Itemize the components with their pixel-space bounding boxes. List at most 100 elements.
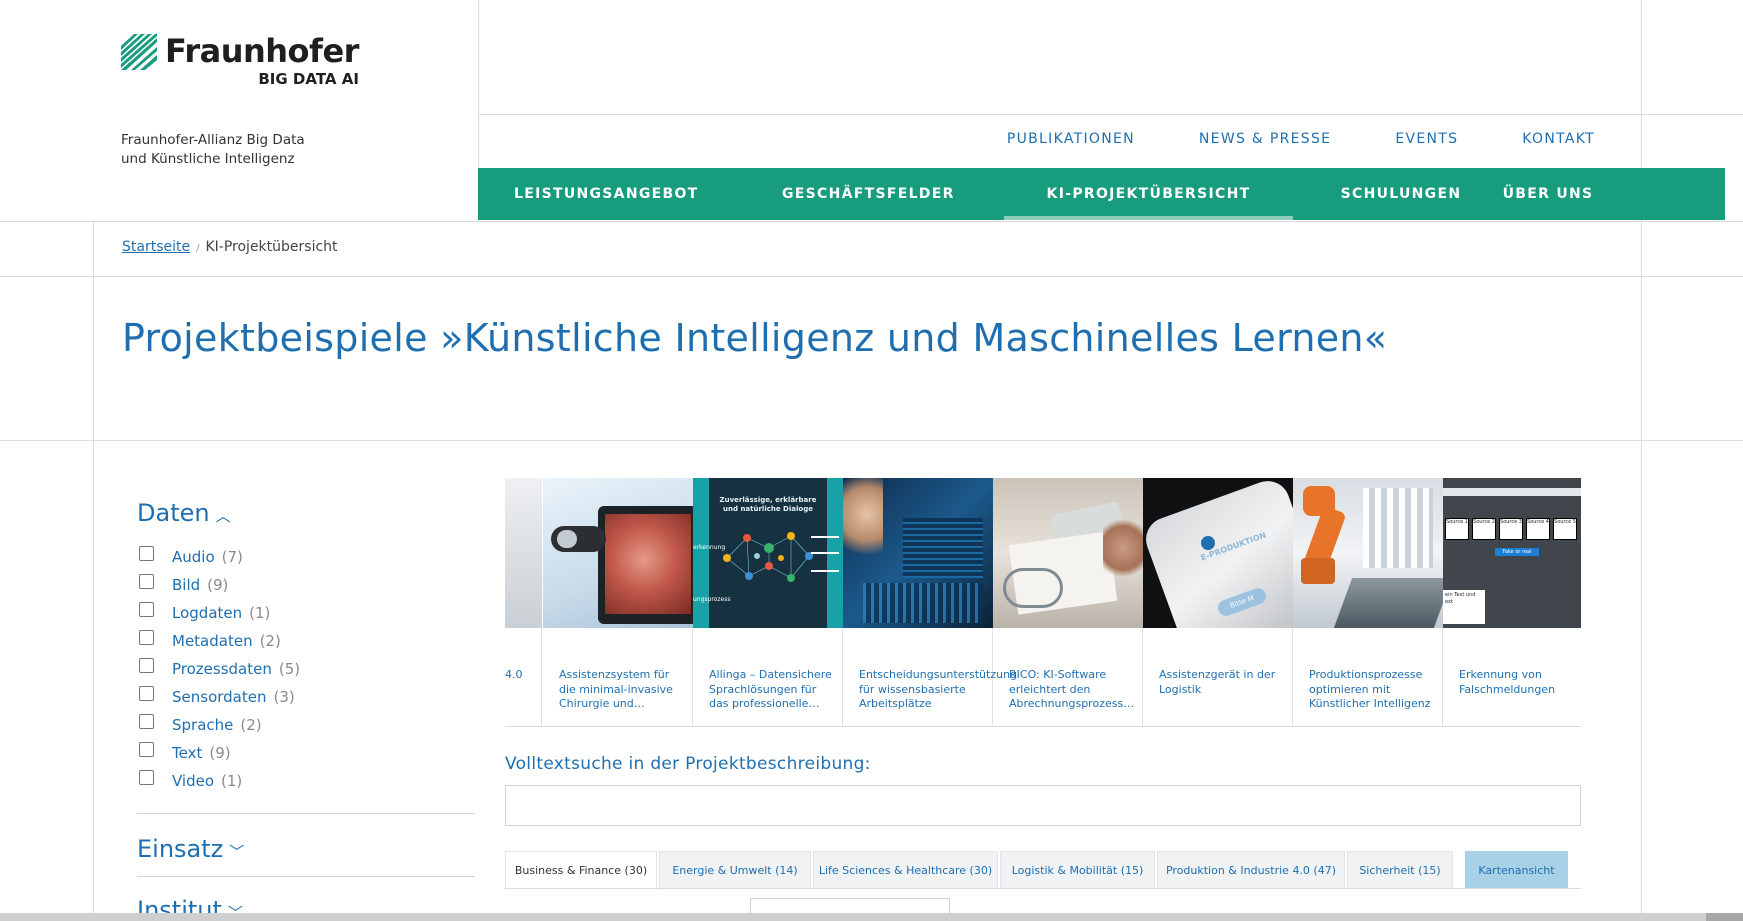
filter-item-sprache[interactable]: Sprache (2) bbox=[139, 711, 300, 739]
scrollbar-thumb[interactable] bbox=[1706, 913, 1743, 921]
filter-label: Sprache bbox=[172, 716, 234, 734]
filter-count: (3) bbox=[273, 688, 295, 706]
checkbox-bild[interactable] bbox=[139, 573, 154, 589]
filter-divider bbox=[137, 813, 475, 814]
project-card[interactable]: 4.0 bbox=[505, 478, 542, 726]
fraunhofer-logo[interactable]: Fraunhofer BIG DATA AI bbox=[121, 34, 359, 88]
project-title: Erkennung von Falschmeldungen bbox=[1459, 668, 1556, 696]
title-rule bbox=[0, 440, 1743, 441]
filter-count: (1) bbox=[249, 604, 271, 622]
project-card[interactable]: Zuverlässige, erklärbare und natürliche … bbox=[693, 478, 843, 726]
top-nav-kontakt[interactable]: KONTAKT bbox=[1522, 131, 1595, 147]
breadcrumb-home[interactable]: Startseite bbox=[122, 239, 190, 255]
project-image bbox=[1293, 478, 1443, 628]
image-button: Fake or real bbox=[1495, 548, 1539, 556]
project-image: E-PRODUKTION Bitte M bbox=[1143, 478, 1293, 628]
filter-einsatz-label: Einsatz bbox=[137, 835, 224, 863]
header-rule-top bbox=[478, 114, 1743, 115]
main-nav-ueber-uns[interactable]: ÜBER UNS bbox=[1488, 168, 1608, 220]
tab-logistik-mobilitaet[interactable]: Logistik & Mobilität (15) bbox=[1000, 851, 1155, 888]
checkbox-prozessdaten[interactable] bbox=[139, 657, 154, 673]
tab-baseline bbox=[505, 888, 1581, 889]
filter-item-text[interactable]: Text (9) bbox=[139, 739, 300, 767]
filter-label: Audio bbox=[172, 548, 215, 566]
project-title: Assistenzsystem für die minimal-invasive… bbox=[559, 668, 673, 710]
filter-label: Sensordaten bbox=[172, 688, 267, 706]
main-nav: LEISTUNGSANGEBOT GESCHÄFTSFELDER KI-PROJ… bbox=[478, 168, 1725, 220]
filter-item-sensordaten[interactable]: Sensordaten (3) bbox=[139, 683, 300, 711]
project-card[interactable]: Assistenzsystem für die minimal-invasive… bbox=[543, 478, 693, 726]
tab-produktion-industrie[interactable]: Produktion & Industrie 4.0 (47) bbox=[1157, 851, 1345, 888]
filter-item-logdaten[interactable]: Logdaten (1) bbox=[139, 599, 300, 627]
main-nav-leistungsangebot[interactable]: LEISTUNGSANGEBOT bbox=[514, 168, 697, 220]
project-title: Entscheidungsunterstützung für wissensba… bbox=[859, 668, 1018, 710]
content-right-rule bbox=[1641, 0, 1642, 921]
chevron-down-icon: ﹀ bbox=[229, 843, 245, 861]
image-caption-line-3: erkennung bbox=[693, 544, 726, 551]
image-note: ein Text und ext bbox=[1443, 590, 1485, 624]
filter-einsatz-toggle[interactable]: Einsatz ﹀ bbox=[137, 835, 244, 863]
project-image: Zuverlässige, erklärbare und natürliche … bbox=[693, 478, 843, 628]
tab-life-sciences-healthcare[interactable]: Life Sciences & Healthcare (30) bbox=[813, 851, 998, 888]
breadcrumb-separator: / bbox=[196, 243, 200, 254]
page-title: Projektbeispiele »Künstliche Intelligenz… bbox=[122, 316, 1388, 360]
project-card[interactable]: Produktionsprozesse optimieren mit Künst… bbox=[1293, 478, 1443, 726]
alliance-line-1: Fraunhofer-Allianz Big Data bbox=[121, 132, 305, 148]
top-nav-news-presse[interactable]: NEWS & PRESSE bbox=[1199, 131, 1331, 147]
checkbox-text[interactable] bbox=[139, 741, 154, 757]
project-card[interactable]: E-PRODUKTION Bitte M Assistenzgerät in d… bbox=[1143, 478, 1293, 726]
project-card[interactable]: Entscheidungsunterstützung für wissensba… bbox=[843, 478, 1018, 726]
search-input[interactable] bbox=[505, 785, 1581, 826]
tab-kartenansicht[interactable]: Kartenansicht bbox=[1465, 851, 1568, 888]
checkbox-metadaten[interactable] bbox=[139, 629, 154, 645]
chevron-up-icon: ︿ bbox=[215, 507, 231, 525]
tab-sicherheit[interactable]: Sicherheit (15) bbox=[1347, 851, 1453, 888]
filter-item-bild[interactable]: Bild (9) bbox=[139, 571, 300, 599]
filter-count: (7) bbox=[221, 548, 243, 566]
top-nav-events[interactable]: EVENTS bbox=[1395, 131, 1458, 147]
checkbox-video[interactable] bbox=[139, 769, 154, 785]
checkbox-sensordaten[interactable] bbox=[139, 685, 154, 701]
checkbox-logdaten[interactable] bbox=[139, 601, 154, 617]
filter-count: (2) bbox=[259, 632, 281, 650]
filter-count: (1) bbox=[221, 772, 243, 790]
image-caption-line-2: und natürliche Dialoge bbox=[723, 505, 813, 513]
image-caption-line-4: ungsprozess bbox=[693, 596, 731, 603]
tab-energie-umwelt[interactable]: Energie & Umwelt (14) bbox=[659, 851, 811, 888]
project-image bbox=[993, 478, 1143, 628]
breadcrumb-current: KI-Projektübersicht bbox=[205, 239, 338, 255]
breadcrumb: Startseite / KI-Projektübersicht bbox=[122, 239, 338, 255]
main-nav-schulungen[interactable]: SCHULUNGEN bbox=[1326, 168, 1476, 220]
filter-item-video[interactable]: Video (1) bbox=[139, 767, 300, 795]
search-label: Volltextsuche in der Projektbeschreibung… bbox=[505, 754, 871, 774]
filter-count: (5) bbox=[278, 660, 301, 678]
top-nav-publikationen[interactable]: PUBLIKATIONEN bbox=[1007, 131, 1135, 147]
filter-daten-toggle[interactable]: Daten ︿ bbox=[137, 499, 231, 527]
filter-item-prozessdaten[interactable]: Prozessdaten (5) bbox=[139, 655, 300, 683]
checkbox-audio[interactable] bbox=[139, 545, 154, 561]
alliance-name: Fraunhofer-Allianz Big Data und Künstlic… bbox=[121, 131, 421, 169]
filter-daten-label: Daten bbox=[137, 499, 210, 527]
source-box: Source 5 bbox=[1553, 518, 1577, 540]
main-nav-ki-projektuebersicht[interactable]: KI-PROJEKTÜBERSICHT bbox=[1004, 168, 1293, 220]
filter-item-metadaten[interactable]: Metadaten (2) bbox=[139, 627, 300, 655]
horizontal-scrollbar[interactable] bbox=[0, 913, 1743, 921]
main-nav-geschaeftsfelder[interactable]: GESCHÄFTSFELDER bbox=[782, 168, 953, 220]
source-box: Source 3 bbox=[1499, 518, 1523, 540]
filter-daten-list: Audio (7) Bild (9) Logdaten (1) Metadaten (2… bbox=[139, 543, 300, 795]
checkbox-sprache[interactable] bbox=[139, 713, 154, 729]
tab-business-finance[interactable]: Business & Finance (30) bbox=[505, 851, 657, 890]
logo-wordmark: Fraunhofer bbox=[165, 32, 359, 70]
project-card[interactable]: Source 1 Source 2 Source 3 Source 4 Sour… bbox=[1443, 478, 1581, 726]
network-graph-icon bbox=[723, 532, 813, 582]
project-title: Assistenzgerät in der Logistik bbox=[1159, 668, 1276, 696]
logo-subtitle: BIG DATA AI bbox=[258, 70, 359, 88]
content-left-rule bbox=[93, 222, 94, 921]
filter-label: Logdaten bbox=[172, 604, 243, 622]
project-card[interactable]: RICO: KI-Software erleichtert den Abrech… bbox=[993, 478, 1143, 726]
filter-item-audio[interactable]: Audio (7) bbox=[139, 543, 300, 571]
project-title: RICO: KI-Software erleichtert den Abrech… bbox=[1009, 668, 1135, 710]
filter-label: Prozessdaten bbox=[172, 660, 272, 678]
filter-label: Video bbox=[172, 772, 215, 790]
header-rule-bottom bbox=[0, 221, 1743, 222]
